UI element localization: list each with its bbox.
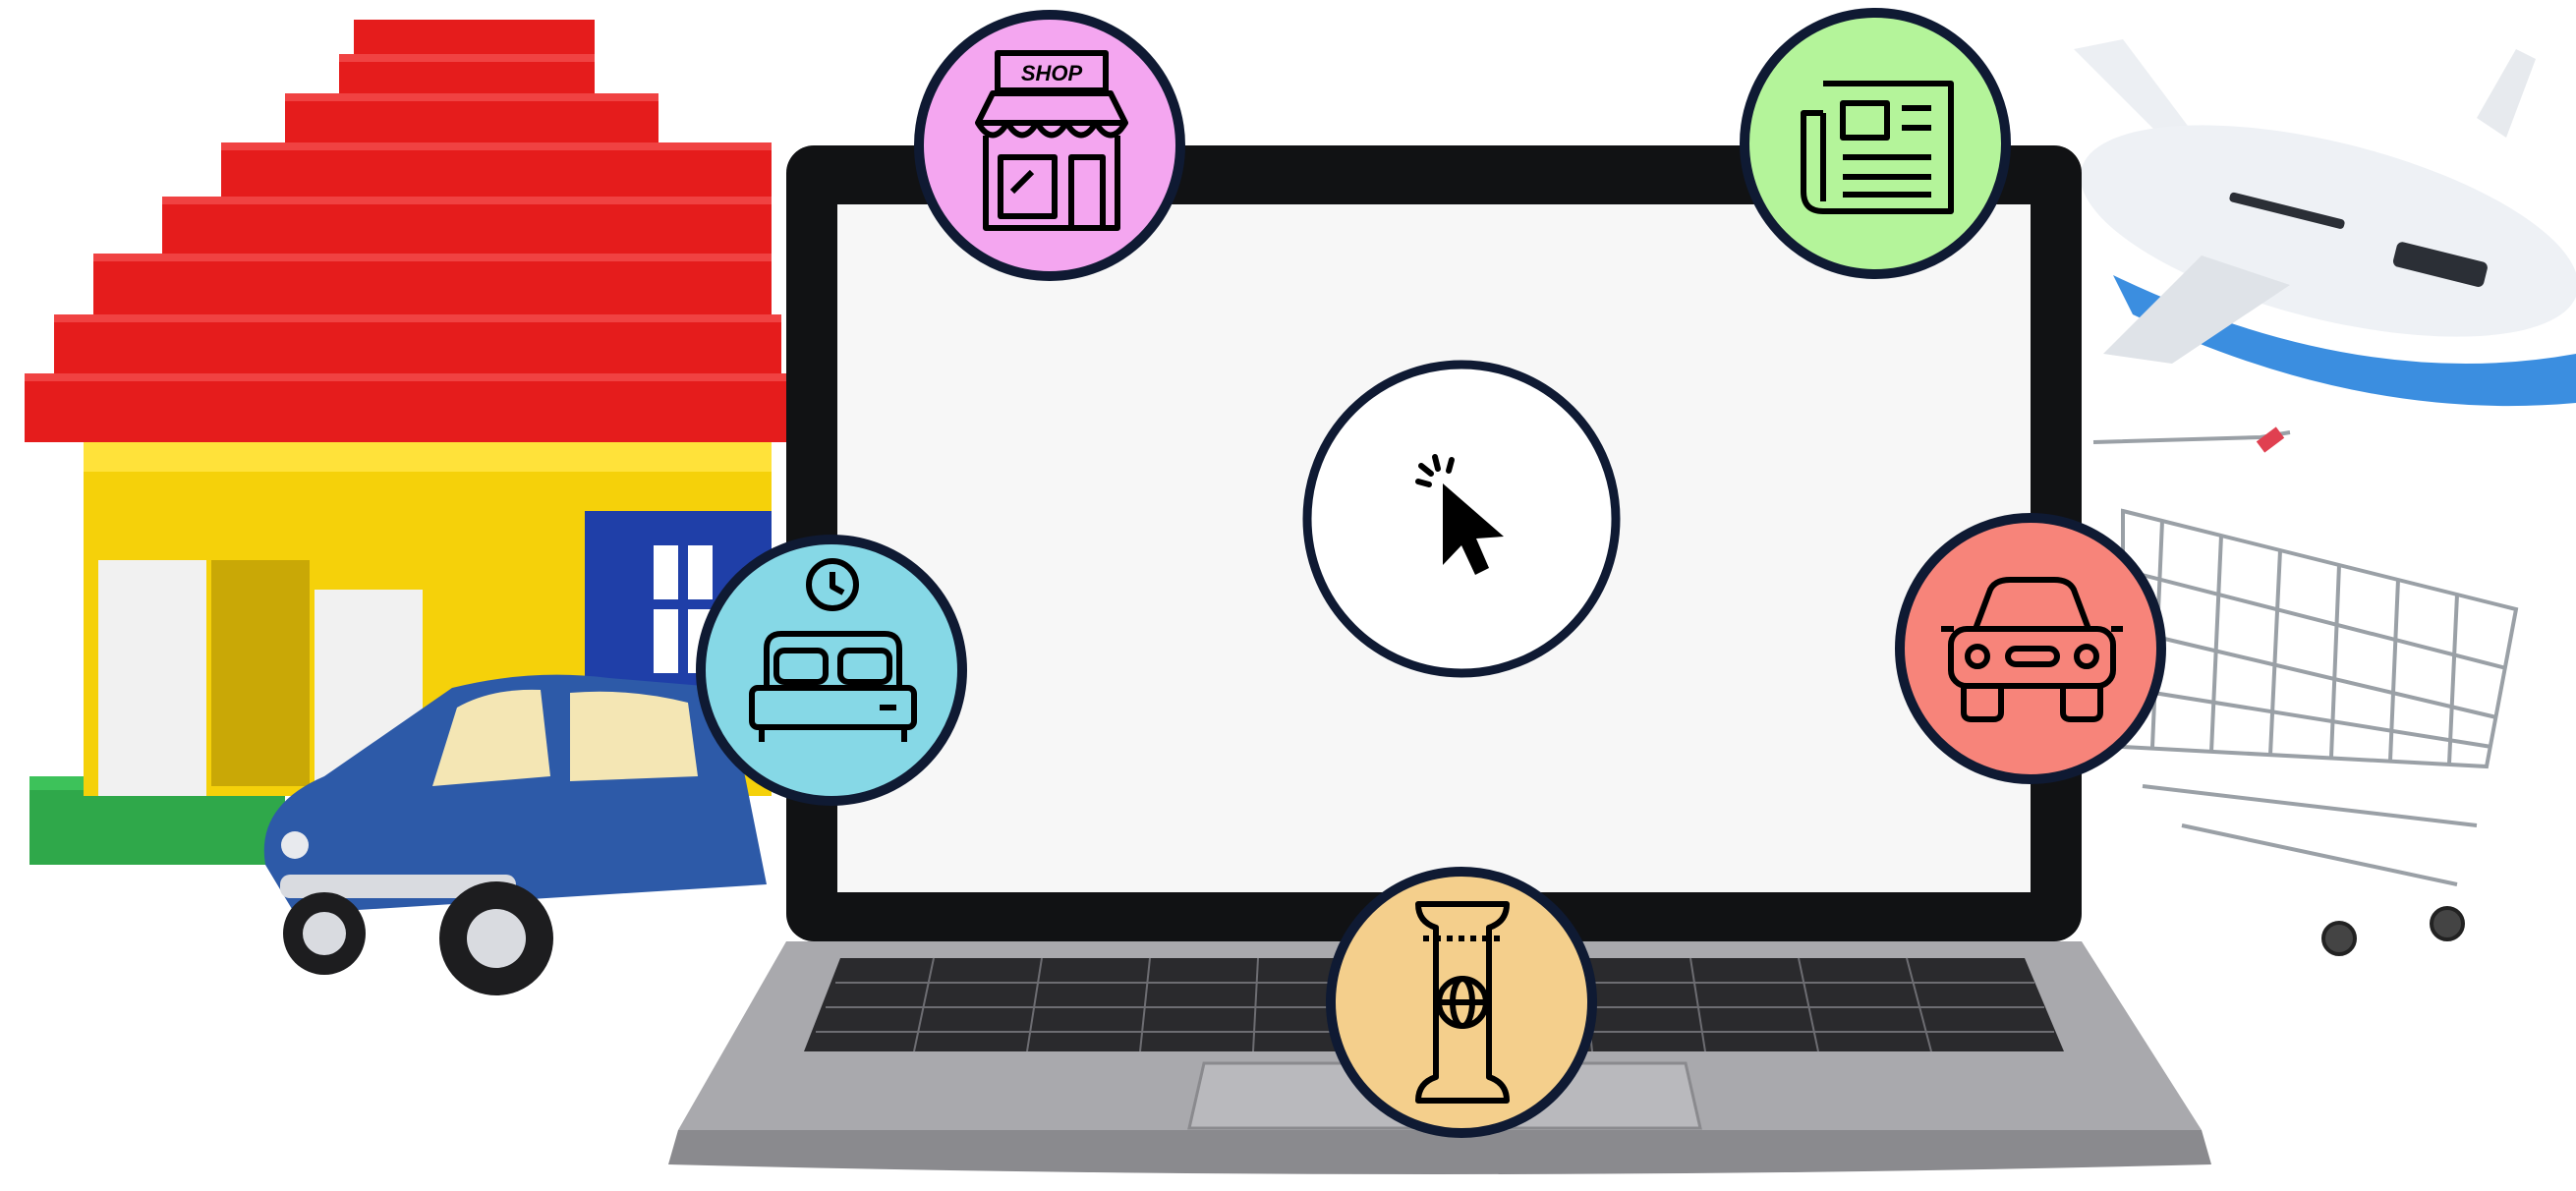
news-badge[interactable]	[1740, 8, 2011, 279]
scene: SHOP	[25, 8, 2576, 1174]
travel-ticket-badge[interactable]	[1326, 867, 1597, 1138]
shop-badge[interactable]: SHOP	[914, 10, 1185, 281]
shop-sign-text: SHOP	[1021, 61, 1083, 85]
car-rental-badge[interactable]	[1895, 513, 2166, 784]
hotel-badge[interactable]	[696, 535, 967, 806]
toy-airplane-image	[2074, 39, 2576, 407]
center-click-badge[interactable]	[1302, 360, 1621, 678]
